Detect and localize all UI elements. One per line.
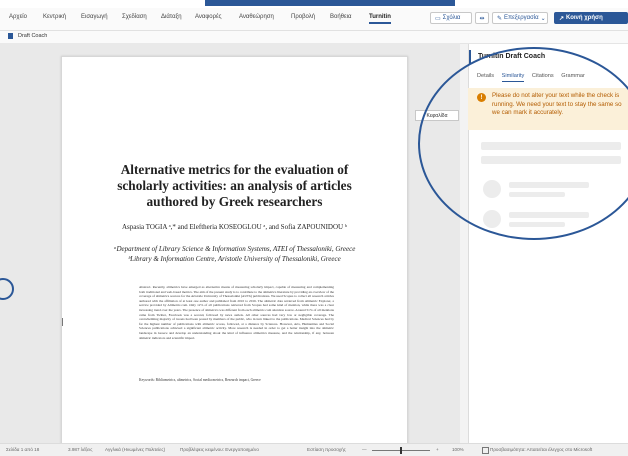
- tab-help[interactable]: Βοήθεια: [330, 14, 352, 20]
- draft-coach-icon: [8, 33, 13, 39]
- accessibility-checkbox[interactable]: [482, 447, 489, 454]
- zoom-slider-thumb[interactable]: [400, 447, 402, 454]
- tab-file[interactable]: Αρχείο: [9, 14, 27, 20]
- draft-coach-button[interactable]: Draft Coach: [18, 33, 47, 39]
- status-focus[interactable]: Εστίαση προσοχής: [307, 447, 346, 452]
- tab-references[interactable]: Αναφορές: [195, 14, 222, 20]
- status-accessibility[interactable]: Προσβασιμότητα: Απαιτείται έλεγχος στο M…: [490, 447, 592, 452]
- zoom-out-button[interactable]: —: [362, 447, 367, 452]
- track-changes-button[interactable]: ⇹: [475, 12, 489, 24]
- zoom-level[interactable]: 100%: [452, 447, 464, 452]
- tab-layout[interactable]: Διάταξη: [161, 14, 182, 20]
- status-language[interactable]: Αγγλικά (Ηνωμένες Πολιτείες): [105, 447, 165, 452]
- text-cursor: [62, 318, 63, 326]
- document-page[interactable]: Alternative metrics for the evaluation o…: [61, 56, 408, 445]
- tab-review[interactable]: Αναθεώρηση: [239, 14, 274, 20]
- comment-icon: ▭: [435, 15, 441, 22]
- tab-design[interactable]: Σχεδίαση: [122, 14, 147, 20]
- affiliation-2: ᵇLibrary & Information Centre, Aristotle…: [128, 254, 341, 263]
- paper-title: Alternative metrics for the evaluation o…: [117, 162, 352, 209]
- editing-label: Επεξεργασία: [504, 15, 539, 21]
- share-button[interactable]: ↗ Κοινή χρήση: [554, 12, 628, 24]
- chevron-down-icon: ⌄: [540, 15, 546, 22]
- tab-view[interactable]: Προβολή: [291, 14, 315, 20]
- paper-affiliations: ᵃDepartment of Library Science & Informa…: [102, 245, 367, 264]
- comments-label: Σχόλια: [442, 15, 461, 21]
- status-page[interactable]: Σελίδα 1 από 18: [6, 447, 39, 452]
- ribbon: Αρχείο Κεντρική Εισαγωγή Σχεδίαση Διάταξ…: [0, 8, 628, 31]
- track-changes-icon: ⇹: [479, 15, 485, 22]
- status-bar: Σελίδα 1 από 18 3.987 λέξεις Αγγλικά (Ην…: [0, 443, 628, 456]
- zoom-in-button[interactable]: +: [436, 447, 439, 452]
- tab-turnitin[interactable]: Turnitin: [369, 14, 391, 24]
- share-label: Κοινή χρήση: [566, 15, 603, 21]
- status-predictions[interactable]: Προβλέψεις κειμένου: Ενεργοποιημένο: [180, 447, 259, 452]
- share-icon: ↗: [559, 15, 565, 22]
- document-canvas: Alternative metrics for the evaluation o…: [0, 43, 460, 445]
- tab-insert[interactable]: Εισαγωγή: [81, 14, 108, 20]
- affiliation-1: ᵃDepartment of Library Science & Informa…: [113, 245, 356, 253]
- paper-abstract: Abstract. Recently, altmetrics have emer…: [139, 285, 334, 340]
- pencil-icon: ✎: [497, 15, 503, 22]
- paper-authors: Aspasia TOGIA ᵃ,* and Eleftheria KOSEOGL…: [121, 223, 348, 231]
- paper-keywords: Keywords: Bibliometrics, altmetrics, Soc…: [139, 378, 261, 382]
- title-bar-accent: [205, 0, 455, 6]
- editing-button[interactable]: ✎ Επεξεργασία ⌄: [492, 12, 548, 24]
- status-words[interactable]: 3.987 λέξεις: [68, 447, 92, 452]
- tab-home[interactable]: Κεντρική: [43, 14, 66, 20]
- comments-button[interactable]: ▭ Σχόλια: [430, 12, 472, 24]
- title-bar: [0, 0, 628, 8]
